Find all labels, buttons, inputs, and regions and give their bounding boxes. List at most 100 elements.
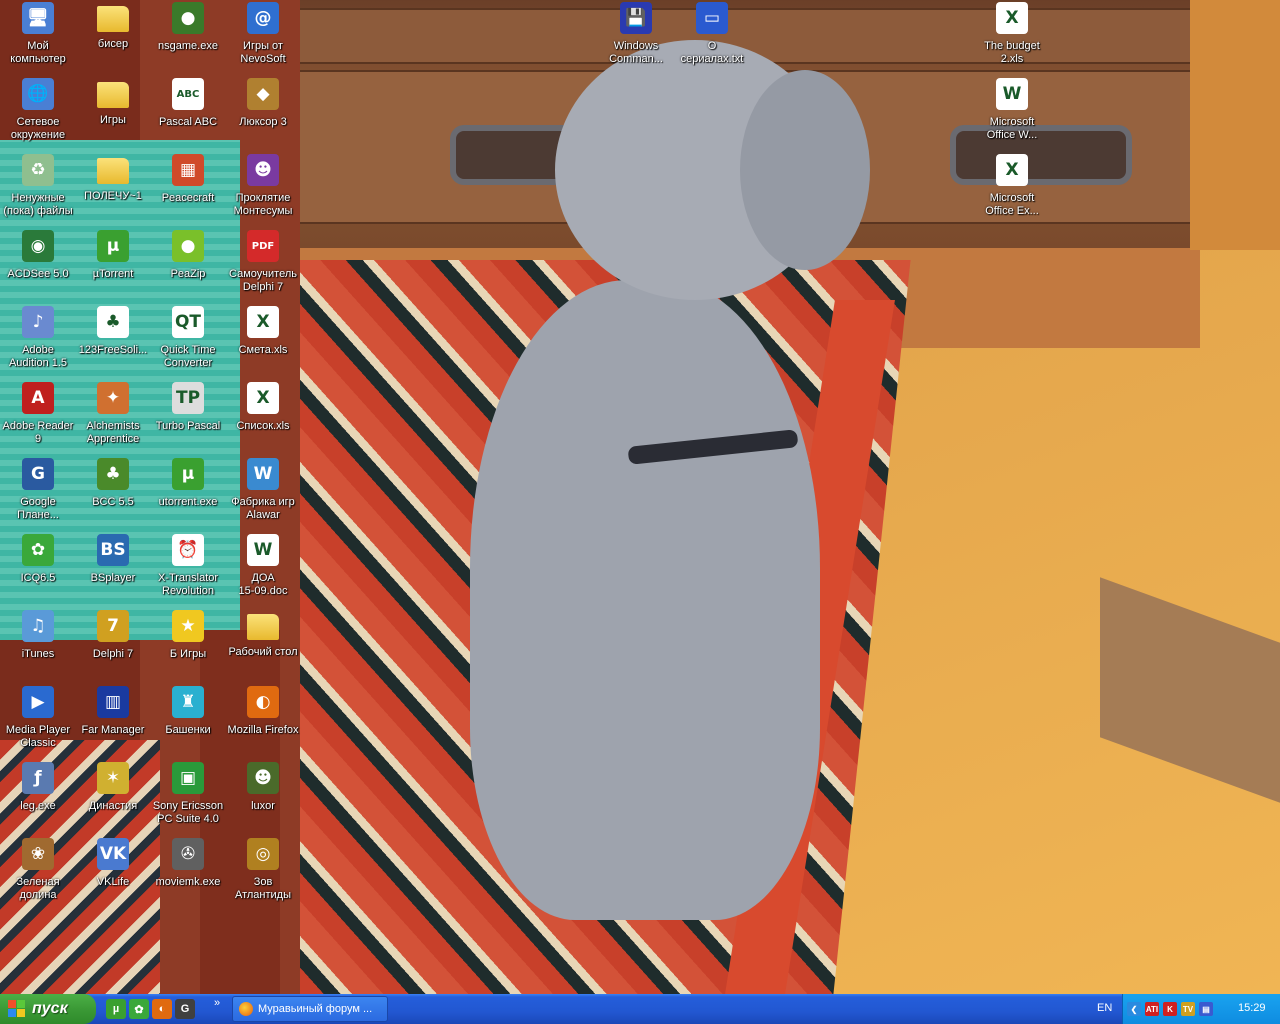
kaspersky-icon[interactable]: K	[1163, 1002, 1177, 1016]
luxor-icon: ☻	[247, 762, 279, 794]
adobe-audition-icon: ♪	[22, 306, 54, 338]
desktop-icon[interactable]: µ utorrent.exe	[150, 456, 226, 532]
desktop-icon[interactable]: @ Игры от NevoSoft	[225, 0, 301, 76]
desktop-icon[interactable]: ⏰ X-Translator Revolution	[150, 532, 226, 608]
desktop-icon[interactable]: ☻ Проклятие Монтесумы	[225, 152, 301, 228]
desktop-icon[interactable]: ◆ Люксор 3	[225, 76, 301, 152]
desktop-icon[interactable]: 💾 Windows Comman...	[598, 0, 674, 76]
utorrent-quick-icon[interactable]: µ	[106, 999, 126, 1019]
desktop-icon[interactable]: ▣ Sony Ericsson PC Suite 4.0	[150, 760, 226, 836]
desktop-icon[interactable]: 7 Delphi 7	[75, 608, 151, 684]
desktop-icon[interactable]: µ µTorrent	[75, 228, 151, 304]
sony-ericsson-icon: ▣	[172, 762, 204, 794]
desktop-icon-label: Список.xls	[236, 420, 290, 432]
desktop-icon[interactable]: X The budget 2.xls	[974, 0, 1050, 76]
flag-icon[interactable]: ▤	[1199, 1002, 1213, 1016]
peacecraft-icon: ▦	[172, 154, 204, 186]
desktop-icon[interactable]: 🖥 Мой компьютер	[0, 0, 76, 76]
desktop-icon[interactable]: ❀ Зеленая долина	[0, 836, 76, 912]
desktop-icon[interactable]: ♣ 123FreeSoli...	[75, 304, 151, 380]
desktop-icon-label: Б Игры	[169, 648, 207, 660]
desktop-icon-label: Delphi 7	[92, 648, 134, 660]
taskbar-window-title: Муравьиный форум ...	[258, 1003, 373, 1015]
desktop-icon[interactable]: ✇ moviemk.exe	[150, 836, 226, 912]
desktop-icon[interactable]: ♣ BCC 5.5	[75, 456, 151, 532]
start-label: пуск	[32, 1000, 68, 1017]
excel-file-icon: X	[247, 306, 279, 338]
firefox-quick-icon[interactable]: ◐	[152, 999, 172, 1019]
desktop-icon[interactable]: ✦ Alchemists Apprentice	[75, 380, 151, 456]
desktop-icon[interactable]: ABC Pascal ABC	[150, 76, 226, 152]
desktop-icon[interactable]: ● PeaZip	[150, 228, 226, 304]
quick-launch-overflow[interactable]: »	[214, 997, 220, 1009]
desktop-icon[interactable]: ♻ Ненужные (пока) файлы	[0, 152, 76, 228]
desktop-icon[interactable]: ◎ Зов Атлантиды	[225, 836, 301, 912]
desktop-icon[interactable]: G Google Плане...	[0, 456, 76, 532]
desktop-icon[interactable]: X Microsoft Office Ex...	[974, 152, 1050, 228]
language-indicator[interactable]: EN	[1097, 1002, 1112, 1014]
folder-icon	[97, 158, 129, 184]
firefox-icon: ◐	[247, 686, 279, 718]
desktop-icon-label: VKLife	[96, 876, 130, 888]
desktop-icon[interactable]: 🌐 Сетевое окружение	[0, 76, 76, 152]
text-file-icon: ▭	[696, 2, 728, 34]
desktop-icon-label: Turbo Pascal	[155, 420, 221, 432]
desktop-icon[interactable]: ♫ iTunes	[0, 608, 76, 684]
desktop-icon-label: utorrent.exe	[158, 496, 218, 508]
desktop-icon-label: Sony Ericsson PC Suite 4.0	[152, 800, 224, 825]
desktop-icon[interactable]: Рабочий стол	[225, 608, 301, 684]
desktop-icon-label: О сериалах.txt	[680, 40, 744, 65]
ati-icon[interactable]: ATI	[1145, 1002, 1159, 1016]
tray-arrow-icon[interactable]: ❮	[1127, 1002, 1141, 1016]
desktop-icon[interactable]: X Смета.xls	[225, 304, 301, 380]
desktop-icon[interactable]: W Microsoft Office W...	[974, 76, 1050, 152]
desktop-icon[interactable]: ◉ ACDSee 5.0	[0, 228, 76, 304]
desktop-icon[interactable]: ПОЛЕЧУ~1	[75, 152, 151, 228]
desktop-icon[interactable]: ▦ Peacecraft	[150, 152, 226, 228]
desktop-icon[interactable]: VK VKLife	[75, 836, 151, 912]
desktop-icon[interactable]: ● nsgame.exe	[150, 0, 226, 76]
recycle-bin-icon: ♻	[22, 154, 54, 186]
desktop-icon[interactable]: бисер	[75, 0, 151, 76]
desktop-icon-label: Adobe Audition 1.5	[8, 344, 68, 369]
desktop-icon[interactable]: ▶ Media Player Classic	[0, 684, 76, 760]
desktop-icon[interactable]: BS BSplayer	[75, 532, 151, 608]
desktop-icon[interactable]: A Adobe Reader 9	[0, 380, 76, 456]
desktop-icon[interactable]: TP Turbo Pascal	[150, 380, 226, 456]
icq-quick-icon[interactable]: ✿	[129, 999, 149, 1019]
desktop-icon[interactable]: ✿ ICQ6.5	[0, 532, 76, 608]
desktop-icon[interactable]: PDF Самоучитель Delphi 7	[225, 228, 301, 304]
desktop-icon[interactable]: QT Quick Time Converter	[150, 304, 226, 380]
clock[interactable]: 15:29	[1238, 1002, 1266, 1014]
taskbar-window-button[interactable]: Муравьиный форум ...	[232, 996, 388, 1022]
desktop-icon[interactable]: ♪ Adobe Audition 1.5	[0, 304, 76, 380]
peazip-icon: ●	[172, 230, 204, 262]
desktop-icon[interactable]: ♜ Башенки	[150, 684, 226, 760]
desktop-icon[interactable]: ☻ luxor	[225, 760, 301, 836]
bcc-icon: ♣	[97, 458, 129, 490]
g-quick-icon[interactable]: G	[175, 999, 195, 1019]
desktop-icon[interactable]: ★ Б Игры	[150, 608, 226, 684]
bashenki-icon: ♜	[172, 686, 204, 718]
excel-file-icon: X	[996, 2, 1028, 34]
vklife-icon: VK	[97, 838, 129, 870]
desktop-icon[interactable]: W Фабрика игр Alawar	[225, 456, 301, 532]
desktop-icon[interactable]: ▭ О сериалах.txt	[674, 0, 750, 76]
desktop-icon[interactable]: ▥ Far Manager	[75, 684, 151, 760]
desktop-icon-label: Adobe Reader 9	[2, 420, 74, 445]
desktop-icon[interactable]: Игры	[75, 76, 151, 152]
desktop-icon[interactable]: ✶ Династия	[75, 760, 151, 836]
desktop-icon[interactable]: ƒ leg.exe	[0, 760, 76, 836]
desktop-icon-label: Фабрика игр Alawar	[231, 496, 295, 521]
star-icon: ★	[172, 610, 204, 642]
start-button[interactable]: пуск	[0, 994, 96, 1024]
tv-icon[interactable]: TV	[1181, 1002, 1195, 1016]
desktop-icon[interactable]: X Список.xls	[225, 380, 301, 456]
desktop-icon[interactable]: ◐ Mozilla Firefox	[225, 684, 301, 760]
desktop-icon-label: Самоучитель Delphi 7	[229, 268, 297, 293]
desktop-icon-label: Mozilla Firefox	[227, 724, 299, 736]
desktop-icon-label: Media Player Classic	[5, 724, 71, 749]
desktop-icon[interactable]: W ДОА 15-09.doc	[225, 532, 301, 608]
desktop-icon-label: Проклятие Монтесумы	[233, 192, 293, 217]
utorrent-icon: µ	[97, 230, 129, 262]
